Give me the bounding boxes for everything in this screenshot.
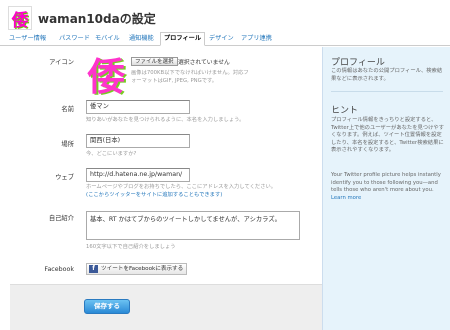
icon-hint-2: ォーマットはGIF, JPEG, PNGです。 bbox=[131, 78, 218, 84]
facebook-label: Facebook bbox=[44, 266, 74, 273]
add-twitter-to-site-link[interactable]: (ここからツイッターをサイトに追加することもできます) bbox=[86, 192, 222, 198]
sidebar: プロフィール この情報はあなたの公開プロフィール、検索結果などに表示されます。 … bbox=[322, 47, 450, 330]
tab-apps[interactable]: アプリ連携 bbox=[238, 33, 275, 46]
sidebar-picture-text: Your Twitter profile picture helps insta… bbox=[331, 172, 441, 201]
user-avatar[interactable]: 倭 bbox=[8, 6, 32, 31]
file-status: 選択されていません bbox=[178, 60, 230, 66]
website-field[interactable]: http://d.hatena.ne.jp/waman/ bbox=[86, 168, 190, 182]
icon-hint-1: 画像は700KB以下でなければいけません。対応フ bbox=[131, 70, 249, 76]
page-title: waman10daの設定 bbox=[38, 12, 156, 26]
location-field[interactable]: 関西(日本) bbox=[86, 134, 190, 148]
tab-notifications[interactable]: 通知機能 bbox=[126, 33, 157, 46]
tab-design[interactable]: デザイン bbox=[206, 33, 237, 46]
website-label: ウェブ bbox=[55, 174, 74, 181]
profile-picture: 倭 bbox=[86, 54, 125, 99]
facebook-button-label: ツイートをFacebookに表示する bbox=[101, 266, 184, 272]
bio-label: 自己紹介 bbox=[48, 215, 74, 222]
form-footer bbox=[10, 284, 322, 330]
name-label: 名前 bbox=[61, 106, 74, 113]
sidebar-tips-text: プロフィール情報をきっちりと設定すると、Twitter上で他のユーザーがあなたを… bbox=[331, 117, 444, 154]
tab-password[interactable]: パスワード bbox=[56, 33, 93, 46]
sidebar-heading-tips: ヒント bbox=[331, 106, 359, 116]
icon-label: アイコン bbox=[49, 59, 74, 66]
name-field[interactable]: 倭マン bbox=[86, 100, 190, 114]
tab-mobile[interactable]: モバイル bbox=[92, 33, 123, 46]
location-label: 場所 bbox=[61, 141, 74, 148]
website-hint: ホームページやブログをお持ちでしたら、ここにアドレスを入力してください。 bbox=[86, 184, 277, 190]
tab-account[interactable]: ユーザー情報 bbox=[6, 33, 49, 46]
settings-tabs: ユーザー情報 パスワード モバイル 通知機能 プロフィール デザイン アプリ連携 bbox=[0, 32, 450, 46]
choose-file-button[interactable]: ファイルを選択 bbox=[131, 57, 178, 66]
learn-more-link[interactable]: Learn more bbox=[331, 195, 361, 201]
sidebar-heading-profile: プロフィール bbox=[331, 58, 385, 68]
name-hint: 知りあいがあなたを見つけられるように、本名を入力しましょう。 bbox=[86, 117, 245, 123]
tab-profile[interactable]: プロフィール bbox=[160, 32, 206, 46]
save-button[interactable]: 保存する bbox=[84, 299, 130, 314]
header: 倭 waman10daの設定 bbox=[8, 4, 442, 32]
facebook-icon: f bbox=[89, 265, 98, 273]
facebook-connect-button[interactable]: f ツイートをFacebookに表示する bbox=[86, 263, 188, 275]
sidebar-divider bbox=[331, 91, 443, 92]
location-hint: 今、どこにいますか? bbox=[86, 151, 137, 157]
settings-page: 倭 waman10daの設定 ユーザー情報 パスワード モバイル 通知機能 プロ… bbox=[0, 0, 450, 330]
bio-hint: 160文字以下で自己紹介をしましょう bbox=[86, 244, 176, 250]
bio-textarea[interactable]: 基本、RT かはてブからのツイートしかしてませんが、アシカラズ。 bbox=[86, 211, 300, 240]
sidebar-profile-text: この情報はあなたの公開プロフィール、検索結果などに表示されます。 bbox=[331, 68, 443, 82]
